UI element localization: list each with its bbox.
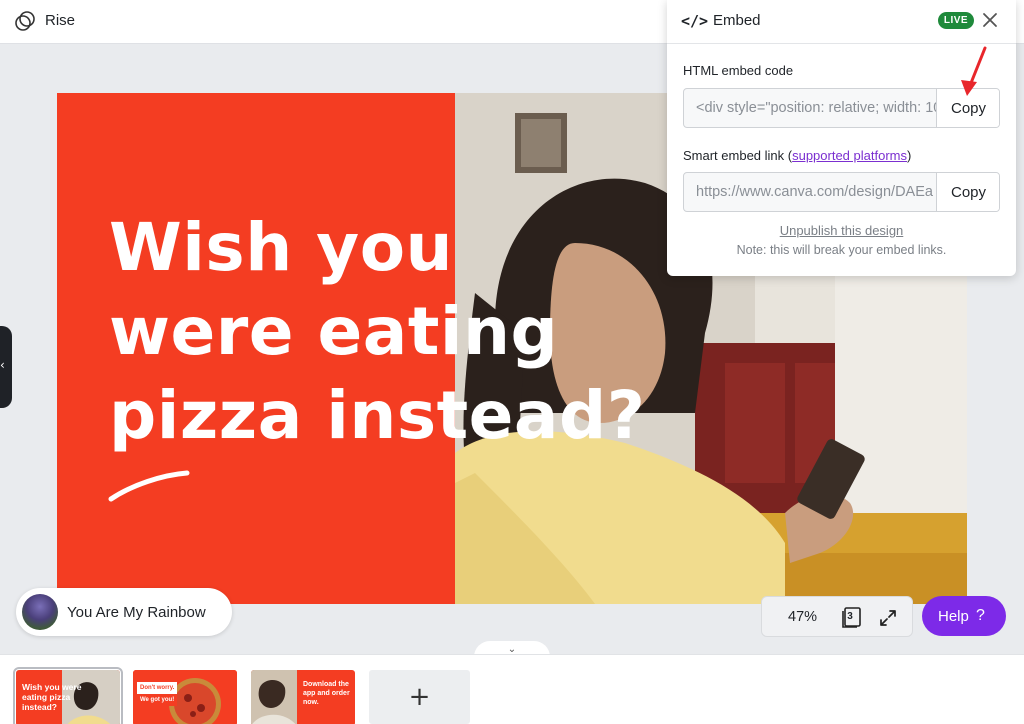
headline-line: pizza instead?: [109, 377, 646, 454]
audio-track-title: You Are My Rainbow: [67, 604, 206, 621]
page-thumbnail-1[interactable]: Wish you were eating pizza instead?: [13, 667, 123, 724]
embed-panel: </> Embed LIVE HTML embed code Copy Smar…: [667, 0, 1016, 276]
thumb-text-bottom: We got you!: [137, 694, 178, 706]
help-button[interactable]: Help ?: [922, 596, 1006, 636]
audio-thumbnail: [22, 594, 58, 630]
smart-embed-link-label-text: Smart embed link (: [683, 148, 793, 163]
side-panel-toggle[interactable]: ‹: [0, 326, 12, 408]
thumb-text: Download the app and order now.: [303, 681, 350, 706]
code-icon: </>: [681, 12, 709, 30]
help-label: Help: [938, 607, 969, 625]
headline-line: Wish you: [109, 209, 454, 286]
design-title[interactable]: Rise: [45, 12, 75, 29]
page-count: 3: [847, 611, 853, 622]
smart-embed-link-label-close: ): [907, 148, 912, 163]
thumb-text: Wish you were eating pizza instead?: [22, 682, 82, 712]
close-icon[interactable]: [980, 10, 1000, 30]
smart-embed-link-label: Smart embed link (supported platforms): [683, 148, 911, 163]
supported-platforms-link[interactable]: supported platforms: [792, 148, 907, 163]
live-status-badge: LIVE: [938, 12, 974, 29]
view-controls: 47% 3: [761, 596, 913, 637]
chevron-left-icon: ‹: [0, 358, 5, 372]
page-thumbnail-2[interactable]: Don't worry. We got you!: [133, 670, 237, 724]
embed-panel-title: Embed: [713, 12, 761, 29]
smart-embed-link-input[interactable]: [684, 173, 937, 211]
headline-line: were eating: [109, 293, 559, 370]
canva-logo-icon[interactable]: [14, 10, 38, 32]
zoom-level[interactable]: 47%: [788, 609, 817, 625]
smart-embed-link-field: Copy: [683, 172, 1000, 212]
html-embed-code-label: HTML embed code: [683, 63, 794, 78]
html-embed-code-field: Copy: [683, 88, 1000, 128]
embed-panel-header: </> Embed LIVE: [667, 0, 1016, 44]
add-page-button[interactable]: +: [369, 670, 470, 724]
unpublish-note: Note: this will break your embed links.: [736, 243, 947, 257]
swoosh-decoration: [108, 470, 190, 502]
question-mark-icon: ?: [976, 607, 985, 624]
html-embed-code-input[interactable]: [684, 89, 937, 127]
page-thumbnail-3[interactable]: Download the app and order now.: [251, 670, 355, 724]
unpublish-design-link[interactable]: Unpublish this design: [667, 223, 1016, 238]
thumb-text-top: Don't worry.: [137, 682, 178, 694]
audio-track-pill[interactable]: You Are My Rainbow: [16, 588, 232, 636]
headline[interactable]: Wish you were eating pizza instead?: [109, 206, 669, 458]
red-arrow-annotation: [961, 46, 987, 96]
copy-smart-link-button[interactable]: Copy: [936, 173, 999, 211]
fullscreen-expand-icon[interactable]: [878, 608, 898, 628]
